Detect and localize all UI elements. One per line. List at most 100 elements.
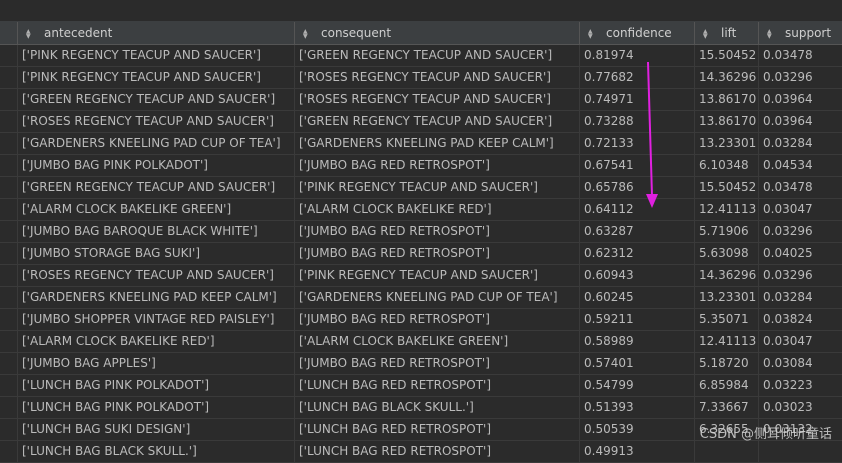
cell-antecedent[interactable]: ['ROSES REGENCY TEACUP AND SAUCER'] <box>18 111 295 132</box>
cell-confidence[interactable]: 0.73288 <box>580 111 695 132</box>
sort-icon[interactable]: ▲ ▼ <box>703 28 711 39</box>
table-row[interactable]: ['PINK REGENCY TEACUP AND SAUCER'] ['GREE… <box>0 45 842 67</box>
cell-support[interactable]: 0.03964 <box>759 111 842 132</box>
table-row[interactable]: ['ROSES REGENCY TEACUP AND SAUCER'] ['PIN… <box>0 265 842 287</box>
cell-confidence[interactable]: 0.64112 <box>580 199 695 220</box>
cell-consequent[interactable]: ['JUMBO BAG RED RETROSPOT'] <box>295 309 580 330</box>
cell-consequent[interactable]: ['LUNCH BAG BLACK SKULL.'] <box>295 397 580 418</box>
cell-support[interactable]: 0.03084 <box>759 353 842 374</box>
cell-support[interactable]: 0.03284 <box>759 287 842 308</box>
header-consequent[interactable]: ▲ ▼ consequent <box>295 22 580 44</box>
table-row[interactable]: ['GREEN REGENCY TEACUP AND SAUCER'] ['PIN… <box>0 177 842 199</box>
cell-antecedent[interactable]: ['JUMBO STORAGE BAG SUKI'] <box>18 243 295 264</box>
cell-support[interactable]: 0.04025 <box>759 243 842 264</box>
cell-antecedent[interactable]: ['GARDENERS KNEELING PAD KEEP CALM'] <box>18 287 295 308</box>
cell-antecedent[interactable]: ['PINK REGENCY TEACUP AND SAUCER'] <box>18 67 295 88</box>
sort-icon[interactable]: ▲ ▼ <box>588 28 596 39</box>
cell-support[interactable] <box>759 441 842 462</box>
table-row[interactable]: ['ALARM CLOCK BAKELIKE RED'] ['ALARM CLOC… <box>0 331 842 353</box>
cell-lift[interactable]: 6.10348 <box>695 155 759 176</box>
cell-support[interactable]: 0.03047 <box>759 331 842 352</box>
cell-lift[interactable]: 5.35071 <box>695 309 759 330</box>
cell-antecedent[interactable]: ['GARDENERS KNEELING PAD CUP OF TEA'] <box>18 133 295 154</box>
cell-consequent[interactable]: ['PINK REGENCY TEACUP AND SAUCER'] <box>295 177 580 198</box>
cell-confidence[interactable]: 0.51393 <box>580 397 695 418</box>
cell-lift[interactable]: 13.86170 <box>695 89 759 110</box>
cell-antecedent[interactable]: ['LUNCH BAG PINK POLKADOT'] <box>18 397 295 418</box>
cell-support[interactable]: 0.03047 <box>759 199 842 220</box>
cell-consequent[interactable]: ['ALARM CLOCK BAKELIKE GREEN'] <box>295 331 580 352</box>
cell-support[interactable]: 0.03824 <box>759 309 842 330</box>
cell-lift[interactable]: 15.50452 <box>695 177 759 198</box>
cell-support[interactable]: 0.03296 <box>759 67 842 88</box>
cell-lift[interactable]: 6.85984 <box>695 375 759 396</box>
cell-confidence[interactable]: 0.49913 <box>580 441 695 462</box>
cell-antecedent[interactable]: ['JUMBO BAG APPLES'] <box>18 353 295 374</box>
table-row[interactable]: ['GREEN REGENCY TEACUP AND SAUCER'] ['ROS… <box>0 89 842 111</box>
header-support[interactable]: ▲ ▼ support <box>759 22 842 44</box>
cell-consequent[interactable]: ['JUMBO BAG RED RETROSPOT'] <box>295 353 580 374</box>
table-row[interactable]: ['GARDENERS KNEELING PAD KEEP CALM'] ['GA… <box>0 287 842 309</box>
cell-antecedent[interactable]: ['LUNCH BAG SUKI DESIGN'] <box>18 419 295 440</box>
cell-support[interactable]: 0.03964 <box>759 89 842 110</box>
cell-lift[interactable]: 12.41113 <box>695 199 759 220</box>
table-row[interactable]: ['LUNCH BAG BLACK SKULL.'] ['LUNCH BAG RE… <box>0 441 842 463</box>
cell-confidence[interactable]: 0.54799 <box>580 375 695 396</box>
cell-confidence[interactable]: 0.50539 <box>580 419 695 440</box>
table-row[interactable]: ['JUMBO BAG PINK POLKADOT'] ['JUMBO BAG R… <box>0 155 842 177</box>
cell-support[interactable]: 0.03478 <box>759 177 842 198</box>
table-row[interactable]: ['LUNCH BAG PINK POLKADOT'] ['LUNCH BAG B… <box>0 397 842 419</box>
table-row[interactable]: ['PINK REGENCY TEACUP AND SAUCER'] ['ROSE… <box>0 67 842 89</box>
cell-support[interactable]: 0.03478 <box>759 45 842 66</box>
cell-consequent[interactable]: ['LUNCH BAG RED RETROSPOT'] <box>295 441 580 462</box>
sort-icon[interactable]: ▲ ▼ <box>767 28 775 39</box>
header-antecedent[interactable]: ▲ ▼ antecedent <box>18 22 295 44</box>
cell-antecedent[interactable]: ['ALARM CLOCK BAKELIKE RED'] <box>18 331 295 352</box>
cell-antecedent[interactable]: ['GREEN REGENCY TEACUP AND SAUCER'] <box>18 89 295 110</box>
cell-consequent[interactable]: ['ALARM CLOCK BAKELIKE RED'] <box>295 199 580 220</box>
sort-icon[interactable]: ▲ ▼ <box>303 28 311 39</box>
cell-consequent[interactable]: ['GARDENERS KNEELING PAD KEEP CALM'] <box>295 133 580 154</box>
table-row[interactable]: ['GARDENERS KNEELING PAD CUP OF TEA'] ['G… <box>0 133 842 155</box>
table-row[interactable]: ['JUMBO STORAGE BAG SUKI'] ['JUMBO BAG RE… <box>0 243 842 265</box>
cell-confidence[interactable]: 0.59211 <box>580 309 695 330</box>
cell-consequent[interactable]: ['GREEN REGENCY TEACUP AND SAUCER'] <box>295 45 580 66</box>
cell-consequent[interactable]: ['JUMBO BAG RED RETROSPOT'] <box>295 221 580 242</box>
cell-support[interactable]: 0.03023 <box>759 397 842 418</box>
cell-antecedent[interactable]: ['LUNCH BAG BLACK SKULL.'] <box>18 441 295 462</box>
cell-lift[interactable] <box>695 441 759 462</box>
cell-antecedent[interactable]: ['ALARM CLOCK BAKELIKE GREEN'] <box>18 199 295 220</box>
cell-support[interactable]: 0.03223 <box>759 375 842 396</box>
cell-lift[interactable]: 13.23301 <box>695 287 759 308</box>
cell-lift[interactable]: 14.36296 <box>695 265 759 286</box>
cell-consequent[interactable]: ['LUNCH BAG RED RETROSPOT'] <box>295 375 580 396</box>
table-row[interactable]: ['LUNCH BAG PINK POLKADOT'] ['LUNCH BAG R… <box>0 375 842 397</box>
cell-confidence[interactable]: 0.58989 <box>580 331 695 352</box>
cell-consequent[interactable]: ['ROSES REGENCY TEACUP AND SAUCER'] <box>295 67 580 88</box>
cell-lift[interactable]: 15.50452 <box>695 45 759 66</box>
cell-confidence[interactable]: 0.65786 <box>580 177 695 198</box>
cell-antecedent[interactable]: ['PINK REGENCY TEACUP AND SAUCER'] <box>18 45 295 66</box>
header-confidence[interactable]: ▲ ▼ confidence <box>580 22 695 44</box>
cell-confidence[interactable]: 0.60943 <box>580 265 695 286</box>
cell-antecedent[interactable]: ['LUNCH BAG PINK POLKADOT'] <box>18 375 295 396</box>
table-row[interactable]: ['ALARM CLOCK BAKELIKE GREEN'] ['ALARM CL… <box>0 199 842 221</box>
table-row[interactable]: ['ROSES REGENCY TEACUP AND SAUCER'] ['GRE… <box>0 111 842 133</box>
cell-support[interactable]: 0.03296 <box>759 221 842 242</box>
cell-antecedent[interactable]: ['JUMBO BAG BAROQUE BLACK WHITE'] <box>18 221 295 242</box>
cell-confidence[interactable]: 0.77682 <box>580 67 695 88</box>
cell-consequent[interactable]: ['JUMBO BAG RED RETROSPOT'] <box>295 243 580 264</box>
cell-confidence[interactable]: 0.60245 <box>580 287 695 308</box>
cell-lift[interactable]: 12.41113 <box>695 331 759 352</box>
cell-lift[interactable]: 7.33667 <box>695 397 759 418</box>
cell-consequent[interactable]: ['GREEN REGENCY TEACUP AND SAUCER'] <box>295 111 580 132</box>
cell-lift[interactable]: 13.23301 <box>695 133 759 154</box>
header-lift[interactable]: ▲ ▼ lift <box>695 22 759 44</box>
cell-support[interactable]: 0.03296 <box>759 265 842 286</box>
cell-antecedent[interactable]: ['GREEN REGENCY TEACUP AND SAUCER'] <box>18 177 295 198</box>
cell-lift[interactable]: 5.63098 <box>695 243 759 264</box>
cell-consequent[interactable]: ['ROSES REGENCY TEACUP AND SAUCER'] <box>295 89 580 110</box>
sort-icon[interactable]: ▲ ▼ <box>26 28 34 39</box>
cell-confidence[interactable]: 0.62312 <box>580 243 695 264</box>
cell-consequent[interactable]: ['JUMBO BAG RED RETROSPOT'] <box>295 155 580 176</box>
